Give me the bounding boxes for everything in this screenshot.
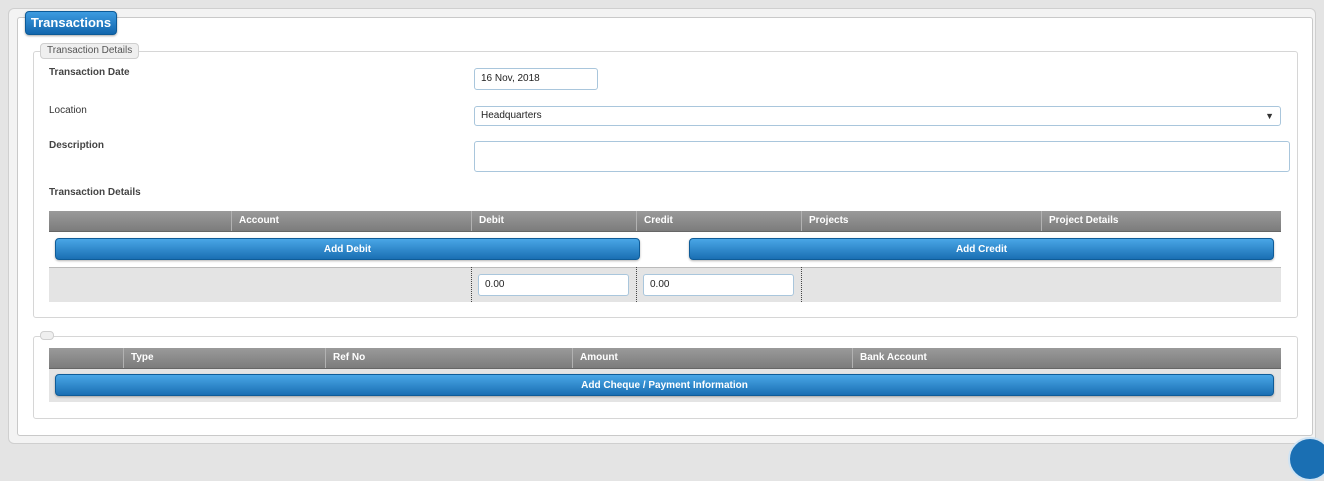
col-header-projects: Projects [801,211,1041,231]
payment-legend [40,331,54,340]
col-header-credit: Credit [636,211,801,231]
col-header-select [49,211,231,231]
col-header-amount: Amount [572,348,852,368]
description-label: Description [49,140,105,151]
col-header-project-details: Project Details [1041,211,1281,231]
add-credit-button[interactable]: Add Credit [689,238,1274,260]
add-cheque-payment-button[interactable]: Add Cheque / Payment Information [55,374,1274,396]
divider [471,267,472,302]
description-textarea[interactable] [474,141,1290,172]
col-header-account: Account [231,211,471,231]
credit-total-field[interactable]: 0.00 [643,274,794,296]
location-select[interactable]: Headquarters ▼ [474,106,1281,126]
chevron-down-icon: ▼ [1265,111,1274,121]
col-header-select [49,348,123,368]
col-header-type: Type [123,348,325,368]
col-header-debit: Debit [471,211,636,231]
transaction-details-legend: Transaction Details [40,43,140,59]
transaction-date-input[interactable]: 16 Nov, 2018 [474,68,598,90]
transaction-details-subheading: Transaction Details [49,187,141,198]
page-title: Transactions [25,11,117,35]
help-icon[interactable] [1288,437,1324,481]
col-header-ref-no: Ref No [325,348,572,368]
divider [636,267,637,302]
location-label: Location [49,105,87,116]
col-header-bank-account: Bank Account [852,348,1281,368]
add-debit-button[interactable]: Add Debit [55,238,640,260]
location-selected-value: Headquarters [481,110,542,121]
payment-table-header: Type Ref No Amount Bank Account [49,348,1281,369]
debit-total-field[interactable]: 0.00 [478,274,629,296]
transaction-date-label: Transaction Date [49,67,130,78]
transaction-details-table-header: Account Debit Credit Projects Project De… [49,211,1281,232]
divider [801,267,802,302]
